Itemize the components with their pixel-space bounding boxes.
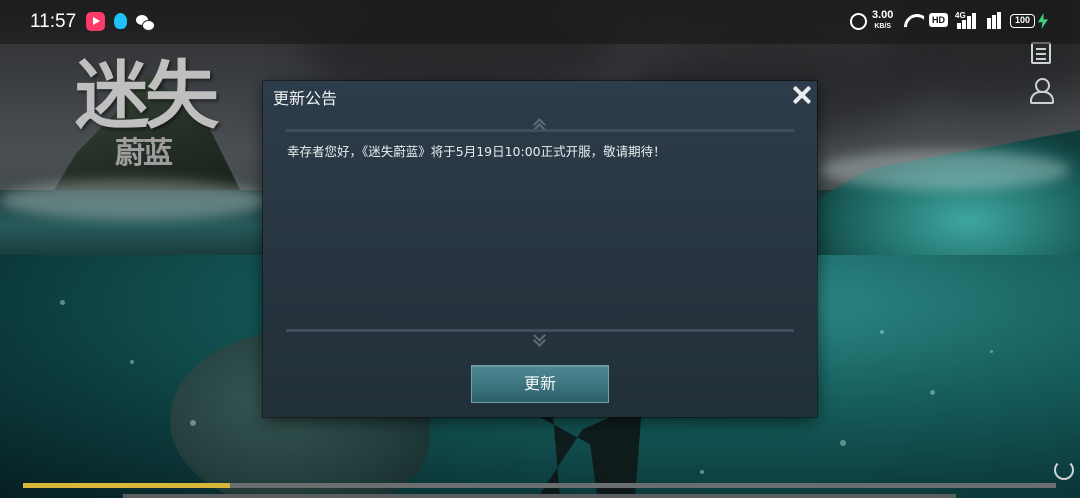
foam bbox=[820, 150, 1070, 190]
network-speed: 3.00 KB/S bbox=[872, 10, 893, 32]
bubble bbox=[880, 330, 884, 334]
foam bbox=[0, 180, 270, 220]
network-speed-value: 3.00 bbox=[872, 9, 894, 21]
game-logo-subtitle: 蔚蓝 bbox=[115, 136, 173, 171]
bubble bbox=[930, 390, 935, 395]
status-time: 11:57 bbox=[30, 11, 77, 32]
network-speed-unit: KB/S bbox=[874, 23, 892, 30]
bubble bbox=[130, 360, 134, 364]
charge-icon bbox=[1038, 13, 1048, 29]
notice-icon[interactable] bbox=[1031, 42, 1051, 64]
loading-spinner-icon bbox=[1054, 460, 1074, 480]
announcement-text: 幸存者您好，《迷失蔚蓝》将于5月19日10:00正式开服，敬请期待！ bbox=[287, 144, 666, 159]
secondary-progress-track bbox=[123, 494, 956, 498]
bubble bbox=[190, 420, 196, 426]
close-icon[interactable] bbox=[790, 83, 814, 107]
divider-top bbox=[286, 129, 794, 132]
bubble bbox=[700, 470, 704, 474]
status-bar: 11:57 3.00 KB/S HD 4G 100 bbox=[0, 0, 1080, 44]
battery-indicator: 100 bbox=[1010, 14, 1035, 28]
announcement-content[interactable]: 幸存者您好，《迷失蔚蓝》将于5月19日10:00正式开服，敬请期待！ bbox=[286, 135, 794, 327]
game-logo-title: 迷失 bbox=[75, 53, 219, 139]
hd-badge: HD bbox=[929, 13, 948, 27]
network-type: 4G bbox=[955, 11, 966, 20]
wifi-icon bbox=[904, 14, 924, 28]
bubble bbox=[990, 350, 993, 353]
alarm-icon bbox=[850, 13, 867, 30]
loading-progress-bar bbox=[23, 483, 1056, 488]
qq-icon bbox=[111, 12, 130, 31]
bubble bbox=[840, 440, 846, 446]
dialog-title: 更新公告 bbox=[273, 89, 338, 108]
user-icon[interactable] bbox=[1030, 78, 1054, 104]
wechat-icon bbox=[135, 12, 155, 31]
video-app-icon bbox=[86, 12, 105, 31]
update-button[interactable]: 更新 bbox=[471, 365, 609, 403]
loading-progress-fill bbox=[23, 483, 230, 488]
announcement-dialog: 更新公告 幸存者您好，《迷失蔚蓝》将于5月19日10:00正式开服，敬请期待！ … bbox=[263, 81, 817, 417]
bubble bbox=[60, 300, 65, 305]
